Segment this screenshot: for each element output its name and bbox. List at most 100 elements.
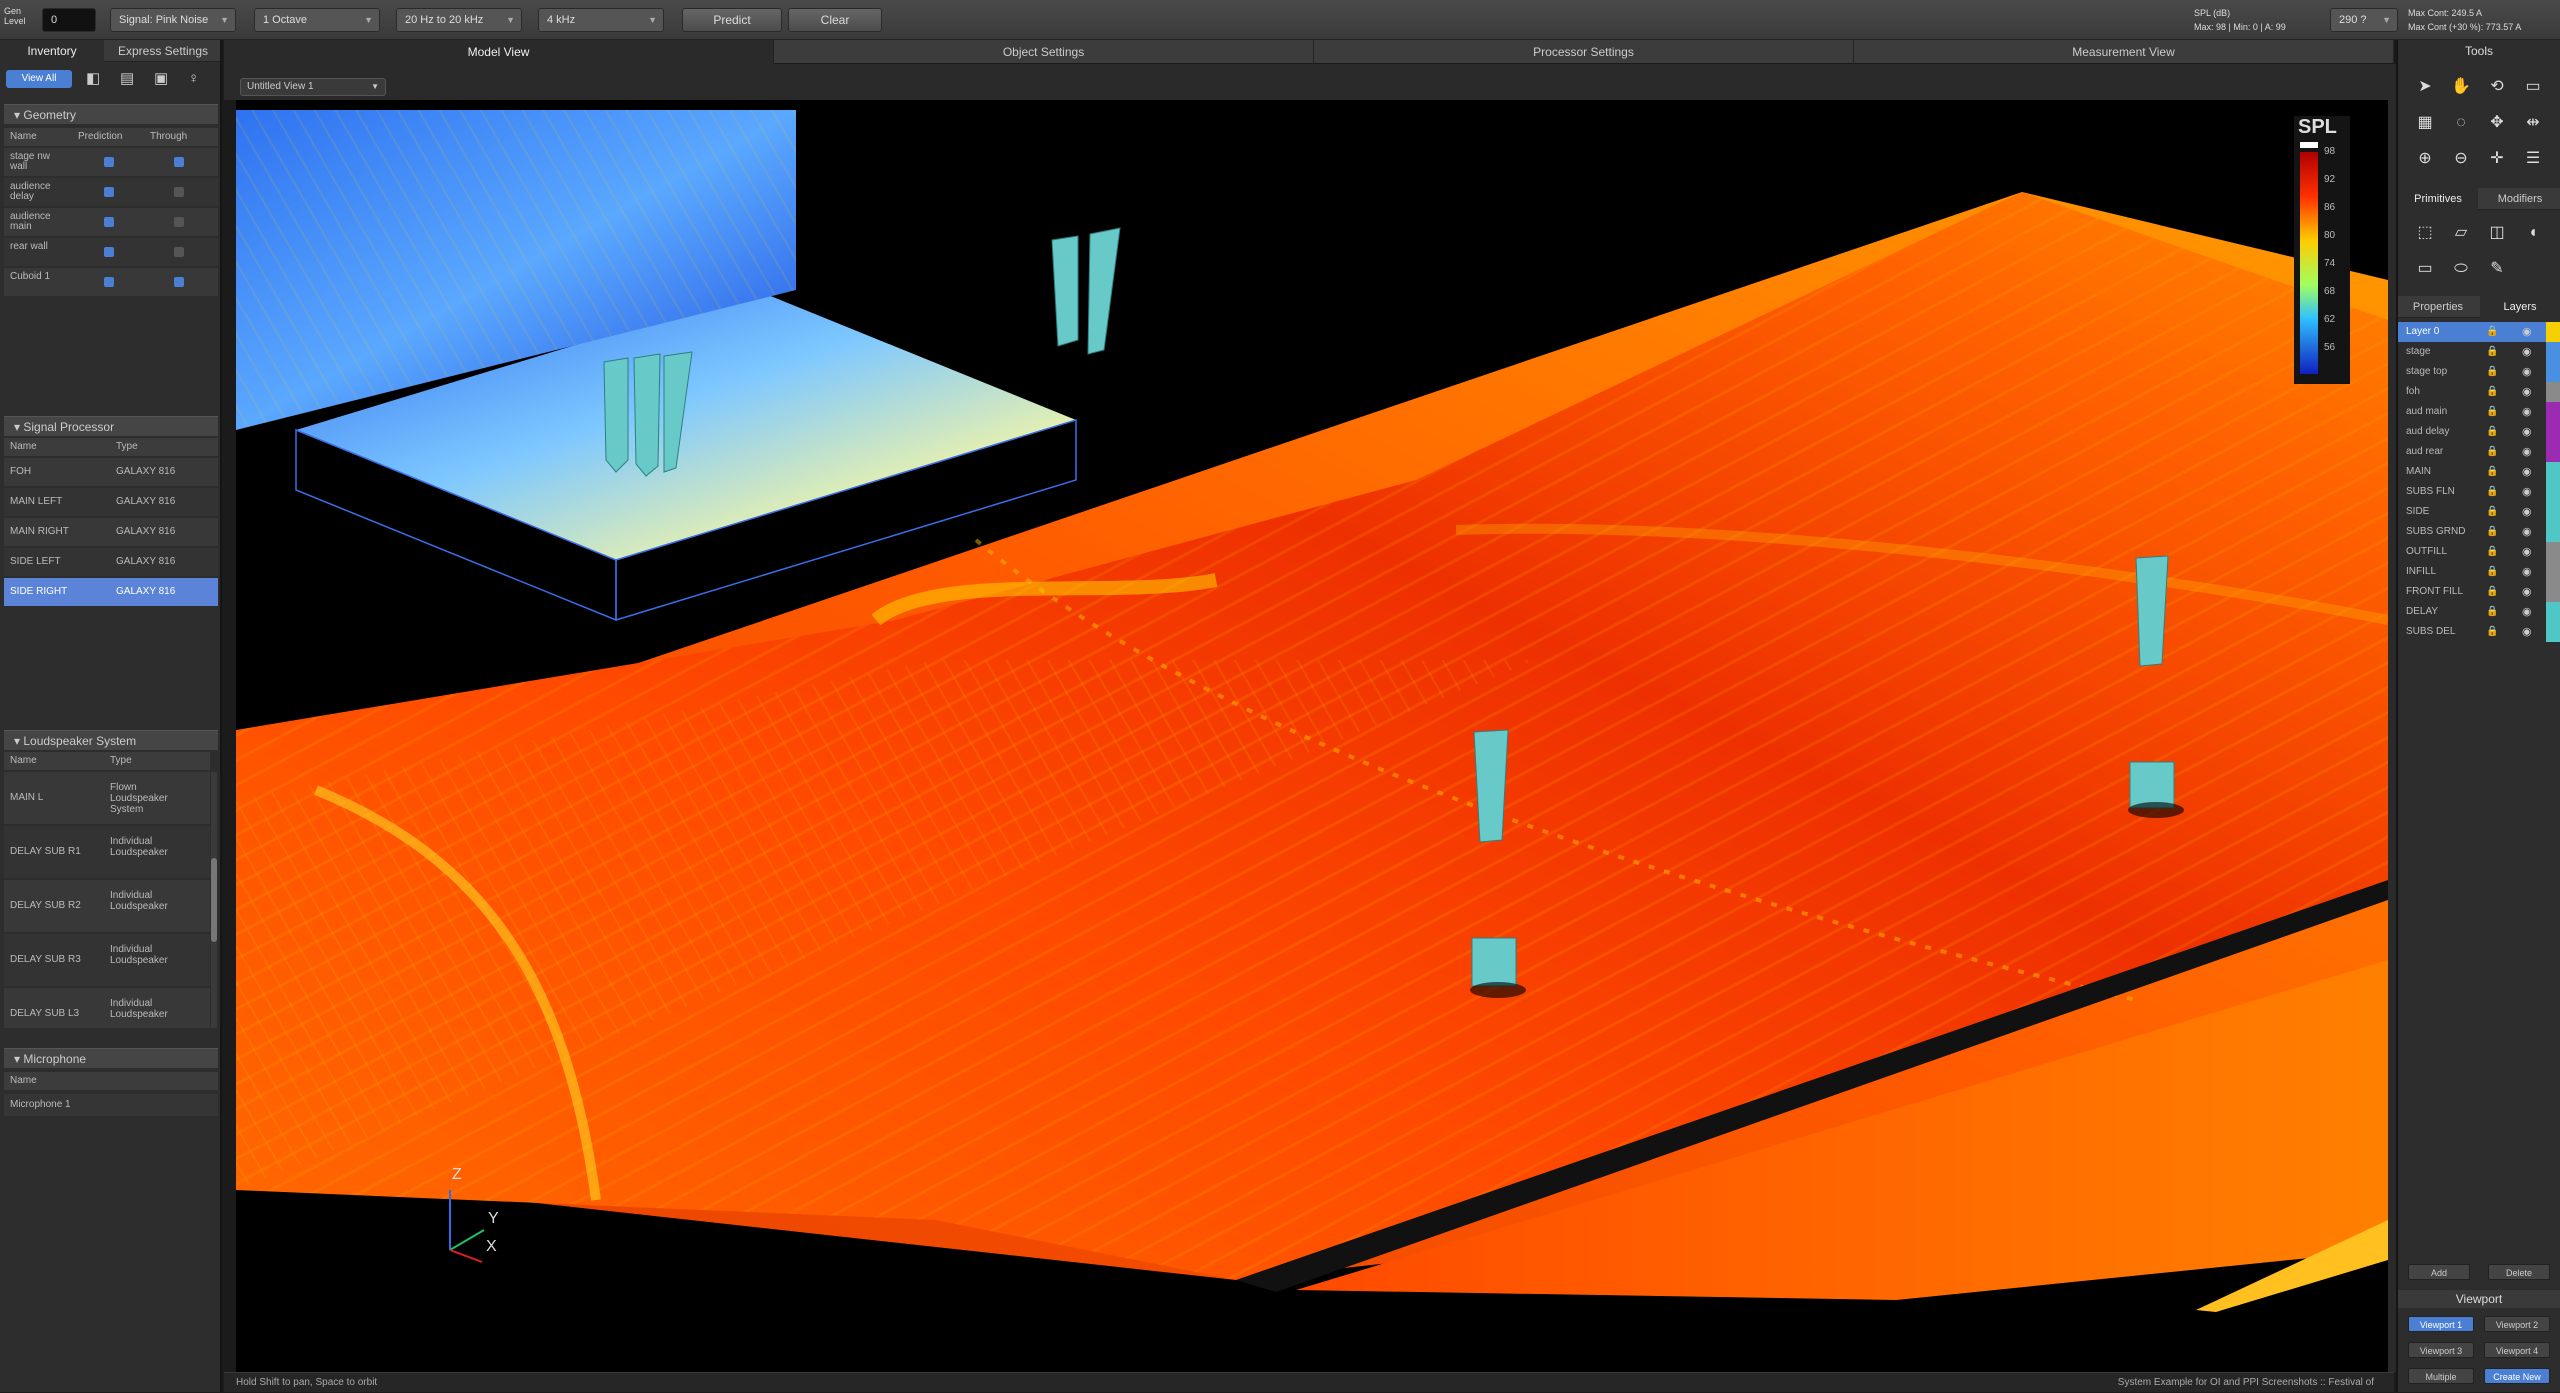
layer-color-swatch[interactable] xyxy=(2546,482,2560,502)
rect-primitive-icon[interactable]: ▭ xyxy=(2414,258,2436,280)
bandwidth-select[interactable]: 1 Octave ▼ xyxy=(254,8,380,32)
prediction-checkbox[interactable] xyxy=(104,247,114,257)
viewport-1-button[interactable]: Viewport 1 xyxy=(2408,1316,2474,1332)
lock-icon[interactable]: 🔒 xyxy=(2486,542,2498,562)
visibility-eye-icon[interactable]: ◉ xyxy=(2522,542,2532,562)
layer-color-swatch[interactable] xyxy=(2546,422,2560,442)
tab-primitives[interactable]: Primitives xyxy=(2398,188,2478,210)
frequency-range-select[interactable]: 20 Hz to 20 kHz ▼ xyxy=(396,8,522,32)
cube-icon[interactable]: ◧ xyxy=(86,70,104,88)
signal-processor-section-header[interactable]: ▾ Signal Processor xyxy=(4,416,218,436)
geometry-row[interactable]: audience delay xyxy=(4,178,218,206)
zoom-select[interactable]: 290 ? ▼ xyxy=(2330,8,2398,32)
through-checkbox[interactable] xyxy=(174,217,184,227)
layer-row[interactable]: MAIN 🔒 ◉ xyxy=(2398,462,2560,482)
scrollbar-thumb[interactable] xyxy=(211,858,217,942)
layer-color-swatch[interactable] xyxy=(2546,402,2560,422)
visibility-eye-icon[interactable]: ◉ xyxy=(2522,442,2532,462)
processor-icon[interactable]: ▤ xyxy=(120,70,138,88)
delete-layer-button[interactable]: Delete xyxy=(2488,1264,2550,1280)
signal-processor-row[interactable]: FOH GALAXY 816 xyxy=(4,458,218,486)
layer-color-swatch[interactable] xyxy=(2546,622,2560,642)
3d-viewport[interactable]: Z Y X SPL 98 92 86 80 74 68 62 56 xyxy=(236,100,2388,1372)
layer-row[interactable]: stage top 🔒 ◉ xyxy=(2398,362,2560,382)
layer-row[interactable]: FRONT FILL 🔒 ◉ xyxy=(2398,582,2560,602)
view-all-button[interactable]: View All xyxy=(6,70,72,88)
multiple-viewports-button[interactable]: Multiple xyxy=(2408,1368,2474,1384)
visibility-eye-icon[interactable]: ◉ xyxy=(2522,382,2532,402)
layer-row[interactable]: foh 🔒 ◉ xyxy=(2398,382,2560,402)
signal-processor-row[interactable]: SIDE LEFT GALAXY 816 xyxy=(4,548,218,576)
speaker-icon[interactable]: ▣ xyxy=(154,70,172,88)
curve-primitive-icon[interactable]: ◖ xyxy=(2522,222,2544,244)
layer-color-swatch[interactable] xyxy=(2546,342,2560,362)
menu-icon[interactable]: ☰ xyxy=(2522,148,2544,170)
lock-icon[interactable]: 🔒 xyxy=(2486,322,2498,342)
visibility-eye-icon[interactable]: ◉ xyxy=(2522,502,2532,522)
microphone-icon[interactable]: ♀ xyxy=(188,70,206,88)
tab-measurement-view[interactable]: Measurement View xyxy=(1854,40,2394,64)
lock-icon[interactable]: 🔒 xyxy=(2486,382,2498,402)
signal-select[interactable]: Signal: Pink Noise ▼ xyxy=(110,8,236,32)
layer-color-swatch[interactable] xyxy=(2546,582,2560,602)
geometry-row[interactable]: rear wall xyxy=(4,238,218,266)
visibility-eye-icon[interactable]: ◉ xyxy=(2522,622,2532,642)
tab-express-settings[interactable]: Express Settings xyxy=(106,40,220,62)
front-view-icon[interactable]: ▦ xyxy=(2414,112,2436,134)
layer-row[interactable]: aud rear 🔒 ◉ xyxy=(2398,442,2560,462)
visibility-eye-icon[interactable]: ◉ xyxy=(2522,462,2532,482)
lock-icon[interactable]: 🔒 xyxy=(2486,462,2498,482)
tab-properties[interactable]: Properties xyxy=(2398,296,2478,318)
visibility-eye-icon[interactable]: ◉ xyxy=(2522,342,2532,362)
layer-color-swatch[interactable] xyxy=(2546,462,2560,482)
geometry-section-header[interactable]: ▾ Geometry xyxy=(4,104,218,124)
layer-row[interactable]: SUBS FLN 🔒 ◉ xyxy=(2398,482,2560,502)
tab-processor-settings[interactable]: Processor Settings xyxy=(1314,40,1854,64)
layer-color-swatch[interactable] xyxy=(2546,562,2560,582)
through-checkbox[interactable] xyxy=(174,157,184,167)
layer-row[interactable]: SUBS DEL 🔒 ◉ xyxy=(2398,622,2560,642)
rotate-icon[interactable]: ⟲ xyxy=(2486,76,2508,98)
layer-row[interactable]: SIDE 🔒 ◉ xyxy=(2398,502,2560,522)
tab-inventory[interactable]: Inventory xyxy=(0,40,104,62)
visibility-eye-icon[interactable]: ◉ xyxy=(2522,322,2532,342)
through-checkbox[interactable] xyxy=(174,277,184,287)
loudspeaker-row[interactable]: DELAY SUB L3 Individual Loudspeaker xyxy=(4,988,210,1028)
predict-button[interactable]: Predict xyxy=(682,8,782,32)
tab-modifiers[interactable]: Modifiers xyxy=(2480,188,2560,210)
layer-color-swatch[interactable] xyxy=(2546,602,2560,622)
surface-primitive-icon[interactable]: ◫ xyxy=(2486,222,2508,244)
geometry-row[interactable]: audience main xyxy=(4,208,218,236)
layer-row[interactable]: SUBS GRND 🔒 ◉ xyxy=(2398,522,2560,542)
prediction-checkbox[interactable] xyxy=(104,157,114,167)
plane-primitive-icon[interactable]: ▱ xyxy=(2450,222,2472,244)
orbit-icon[interactable]: ◌ xyxy=(2450,112,2472,134)
lock-icon[interactable]: 🔒 xyxy=(2486,482,2498,502)
lock-icon[interactable]: 🔒 xyxy=(2486,342,2498,362)
select-arrow-icon[interactable]: ➤ xyxy=(2414,76,2436,98)
zoom-out-icon[interactable]: ⊖ xyxy=(2450,148,2472,170)
through-checkbox[interactable] xyxy=(174,187,184,197)
mirror-icon[interactable]: ⇹ xyxy=(2522,112,2544,134)
layer-row[interactable]: stage 🔒 ◉ xyxy=(2398,342,2560,362)
lock-icon[interactable]: 🔒 xyxy=(2486,442,2498,462)
visibility-eye-icon[interactable]: ◉ xyxy=(2522,362,2532,382)
signal-processor-row[interactable]: MAIN LEFT GALAXY 816 xyxy=(4,488,218,516)
viewport-3-button[interactable]: Viewport 3 xyxy=(2408,1342,2474,1358)
visibility-eye-icon[interactable]: ◉ xyxy=(2522,562,2532,582)
box-primitive-icon[interactable]: ⬚ xyxy=(2414,222,2436,244)
add-layer-button[interactable]: Add xyxy=(2408,1264,2470,1280)
layer-row[interactable]: Layer 0 🔒 ◉ xyxy=(2398,322,2560,342)
prediction-checkbox[interactable] xyxy=(104,277,114,287)
prediction-checkbox[interactable] xyxy=(104,217,114,227)
create-new-viewport-button[interactable]: Create New xyxy=(2484,1368,2550,1384)
gen-level-input[interactable]: 0 xyxy=(42,8,96,32)
visibility-eye-icon[interactable]: ◉ xyxy=(2522,422,2532,442)
loudspeaker-row[interactable]: DELAY SUB R3 Individual Loudspeaker xyxy=(4,934,210,986)
fit-view-icon[interactable]: ✛ xyxy=(2486,148,2508,170)
layer-color-swatch[interactable] xyxy=(2546,442,2560,462)
layer-row[interactable]: aud delay 🔒 ◉ xyxy=(2398,422,2560,442)
through-checkbox[interactable] xyxy=(174,247,184,257)
tab-model-view[interactable]: Model View xyxy=(224,40,774,64)
lock-icon[interactable]: 🔒 xyxy=(2486,422,2498,442)
